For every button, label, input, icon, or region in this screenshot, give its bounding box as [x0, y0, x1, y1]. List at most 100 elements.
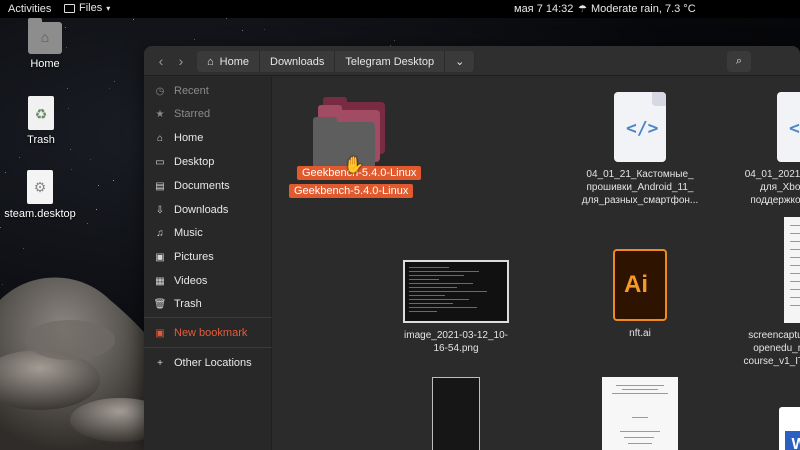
- sidebar-item-music[interactable]: ♫ Music: [144, 223, 272, 243]
- sidebar-item-downloads[interactable]: ⇩ Downloads: [144, 200, 272, 220]
- document-thumbnail: [602, 377, 678, 450]
- music-icon: ♫: [156, 227, 164, 239]
- star: [87, 223, 88, 224]
- downloads-icon: ⇩: [155, 204, 165, 216]
- desktop-icon-home[interactable]: ⌂ Home: [0, 18, 90, 70]
- star: [264, 29, 265, 30]
- chevron-down-icon: ▾: [106, 3, 111, 13]
- star: [194, 39, 195, 40]
- star: [96, 209, 97, 210]
- rock-wallpaper: [0, 277, 160, 450]
- star-icon: ★: [155, 108, 165, 120]
- star: [70, 149, 71, 150]
- clock-icon: ◷: [155, 85, 165, 97]
- activities-button[interactable]: Activities: [8, 3, 51, 15]
- sidebar-item-label: Starred: [174, 108, 211, 120]
- path-label: Telegram Desktop: [345, 55, 435, 68]
- file-name: screencapture_courses_ openedu_ru_course…: [743, 330, 800, 367]
- file-item[interactable]: </> 04_01_21_Кастомные_ прошивки_Android…: [560, 92, 720, 207]
- documents-icon: ▤: [155, 180, 165, 192]
- star: [109, 88, 110, 89]
- app-menu-label: Files: [79, 2, 103, 14]
- path-label: Downloads: [270, 55, 325, 68]
- desktop-icon-steam[interactable]: ⚙ steam.desktop: [0, 170, 85, 220]
- document-thumbnail: [784, 217, 800, 323]
- header-bar: ‹ › ⌂ Home Downloads Telegram Desktop ⌄ …: [144, 46, 800, 76]
- path-home[interactable]: ⌂ Home: [197, 51, 260, 72]
- desktop-icon-label: steam.desktop: [4, 208, 76, 220]
- files-window: ‹ › ⌂ Home Downloads Telegram Desktop ⌄ …: [144, 46, 800, 450]
- star: [242, 30, 243, 31]
- desktop-icon-label: Home: [30, 58, 60, 70]
- sidebar-item-home[interactable]: ⌂ Home: [144, 128, 272, 148]
- sidebar-item-label: Recent: [174, 85, 209, 97]
- home-icon: ⌂: [207, 55, 214, 68]
- desktop-icon-trash[interactable]: ♻ Trash: [0, 96, 86, 146]
- path-label: Home: [219, 55, 249, 68]
- weather-indicator[interactable]: ☂ Moderate rain, 7.3 °C: [578, 3, 696, 15]
- sidebar-item-label: Other Locations: [174, 357, 252, 369]
- home-icon: ⌂: [156, 132, 164, 144]
- home-folder-icon: ⌂: [28, 18, 62, 54]
- star: [19, 157, 20, 158]
- code-file-icon: </>: [777, 92, 800, 162]
- star: [133, 19, 134, 20]
- file-item[interactable]: Ai nft.ai: [560, 249, 720, 340]
- path-bar: ⌂ Home Downloads Telegram Desktop ⌄: [197, 51, 476, 72]
- sidebar-item-label: Music: [174, 227, 203, 239]
- file-item[interactable]: screencapture_courses_ openedu_ru_course…: [723, 217, 800, 368]
- plus-icon: +: [157, 357, 163, 369]
- file-name: 04_01_2021_2021_игры_ для_Xbox_One_с_ по…: [744, 169, 800, 206]
- sidebar-separator: [144, 317, 272, 318]
- star: [113, 180, 114, 181]
- desktop-icon: ▭: [155, 156, 165, 168]
- sidebar-item-trash[interactable]: 🗑 Trash: [144, 294, 272, 314]
- file-item[interactable]: image_2021-03-12_10- 16-54.png: [376, 260, 536, 355]
- file-item[interactable]: [376, 377, 536, 450]
- sidebar: ◷ Recent ★ Starred ⌂ Home ▭ Desktop ▤ Do…: [144, 77, 272, 450]
- sidebar-item-starred[interactable]: ★ Starred: [144, 104, 272, 124]
- star: [90, 159, 91, 160]
- path-menu-button[interactable]: ⌄: [445, 51, 476, 72]
- sidebar-item-label: Trash: [174, 298, 202, 310]
- clock[interactable]: мая 7 14:32: [514, 3, 573, 15]
- file-name: image_2021-03-12_10- 16-54.png: [404, 330, 508, 354]
- sidebar-item-pictures[interactable]: ▣ Pictures: [144, 247, 272, 267]
- star: [394, 40, 395, 41]
- app-menu-button[interactable]: Files ▾: [64, 2, 110, 14]
- sidebar-item-other-locations[interactable]: + Other Locations: [144, 353, 272, 373]
- search-button[interactable]: ⌕: [727, 51, 751, 72]
- file-item[interactable]: W: [723, 407, 800, 450]
- path-downloads[interactable]: Downloads: [260, 51, 336, 72]
- sidebar-item-label: Home: [174, 132, 204, 144]
- sidebar-separator: [144, 347, 272, 348]
- star: [114, 81, 115, 82]
- sidebar-item-recent[interactable]: ◷ Recent: [144, 81, 272, 101]
- sidebar-item-videos[interactable]: ▦ Videos: [144, 271, 272, 291]
- file-item[interactable]: [560, 377, 720, 450]
- bookmark-icon: ▣: [155, 327, 165, 339]
- star: [0, 227, 1, 228]
- image-thumbnail: [432, 377, 480, 450]
- sidebar-item-label: Desktop: [174, 156, 215, 168]
- file-item[interactable]: </> 04_01_2021_2021_игры_ для_Xbox_One_с…: [723, 92, 800, 207]
- search-icon: ⌕: [735, 55, 743, 67]
- star: [67, 88, 68, 89]
- selected-file-label[interactable]: Geekbench-5.4.0-Linux: [289, 184, 414, 198]
- sidebar-item-documents[interactable]: ▤ Documents: [144, 176, 272, 196]
- sidebar-item-label: New bookmark: [174, 327, 248, 339]
- trash-icon: ♻: [28, 96, 54, 130]
- forward-icon[interactable]: ›: [172, 52, 190, 70]
- folder-icon: [64, 3, 75, 13]
- sidebar-item-label: Downloads: [174, 204, 229, 216]
- illustrator-file-icon: Ai: [613, 249, 667, 321]
- sidebar-item-new-bookmark[interactable]: ▣ New bookmark: [144, 323, 272, 343]
- gear-icon: ⚙: [27, 170, 53, 204]
- sidebar-item-desktop[interactable]: ▭ Desktop: [144, 152, 272, 172]
- back-icon[interactable]: ‹: [152, 52, 170, 70]
- image-thumbnail: [403, 260, 509, 323]
- pictures-icon: ▣: [155, 251, 165, 263]
- path-telegram[interactable]: Telegram Desktop: [335, 51, 446, 72]
- grab-cursor-icon: ✋: [344, 157, 364, 174]
- star: [98, 185, 99, 186]
